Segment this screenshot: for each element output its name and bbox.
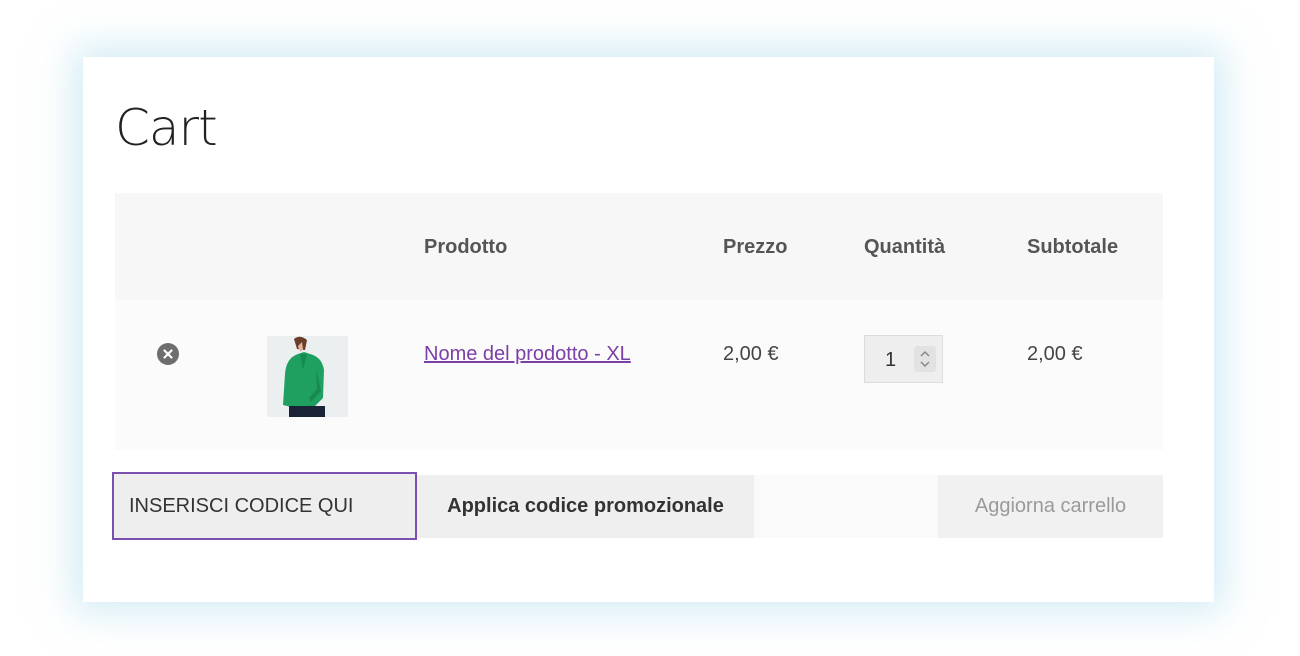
quantity-value[interactable]: 1 xyxy=(885,348,896,372)
update-cart-button[interactable]: Aggiorna carrello xyxy=(938,475,1163,538)
coupon-code-input[interactable] xyxy=(112,472,417,540)
page-title: Cart xyxy=(115,99,218,157)
remove-circle-x-icon xyxy=(163,349,173,359)
cart-table-header xyxy=(115,193,1163,300)
header-quantity: Quantità xyxy=(864,236,946,258)
product-name-link[interactable]: Nome del prodotto - XL xyxy=(424,341,631,367)
quantity-spinner[interactable] xyxy=(914,346,936,372)
green-blouse-image xyxy=(267,336,348,417)
product-price: 2,00 € xyxy=(723,343,779,365)
header-subtotal: Subtotale xyxy=(1027,236,1119,258)
quantity-stepper[interactable]: 1 xyxy=(864,335,943,383)
product-subtotal: 2,00 € xyxy=(1027,343,1083,365)
remove-item-button[interactable] xyxy=(157,343,179,365)
chevron-up-down-icon xyxy=(920,350,930,368)
product-thumbnail[interactable] xyxy=(267,336,348,417)
apply-coupon-button[interactable]: Applica codice promozionale xyxy=(417,475,754,538)
header-product: Prodotto xyxy=(424,236,508,258)
header-price: Prezzo xyxy=(723,236,788,258)
